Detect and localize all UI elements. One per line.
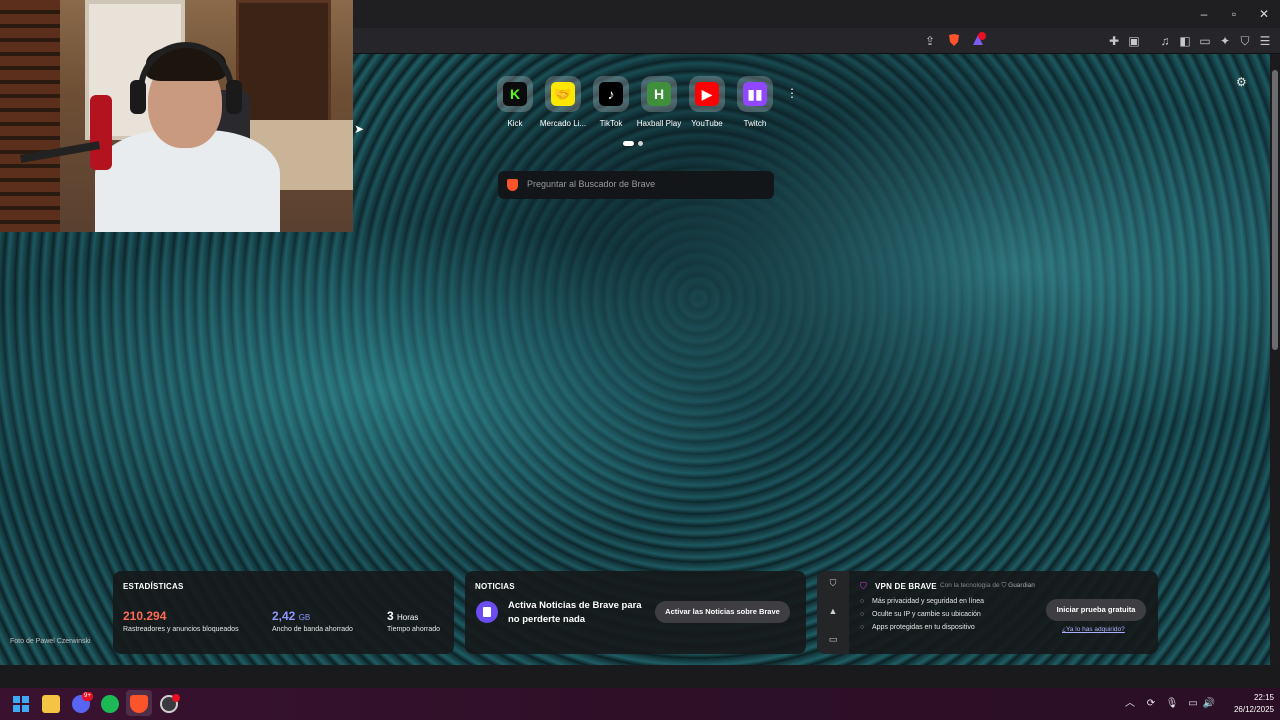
news-title: NOTICIAS: [475, 582, 515, 591]
enable-news-button[interactable]: Activar las Noticias sobre Brave: [655, 601, 790, 623]
photo-credit[interactable]: Foto de Pawel Czerwinski: [10, 638, 91, 645]
twitch-icon: ▮▮: [743, 82, 767, 106]
news-message: Activa Noticias de Brave para no perdert…: [508, 600, 642, 625]
brave-shields-icon[interactable]: [946, 33, 962, 49]
haxball-icon: H: [647, 82, 671, 106]
youtube-icon: ▶: [695, 82, 719, 106]
menu-icon[interactable]: ☰: [1257, 33, 1273, 49]
news-icon: [476, 601, 498, 623]
window-bottom-edge: [0, 665, 1280, 688]
leo-ai-icon[interactable]: ✦: [1217, 33, 1233, 49]
discord-badge: 9+: [82, 692, 93, 701]
share-icon[interactable]: ⇪: [922, 33, 938, 49]
microphone-icon[interactable]: 🎙: [1165, 697, 1179, 711]
close-button[interactable]: ✕: [1256, 6, 1272, 22]
stats-title: ESTADÍSTICAS: [123, 582, 184, 591]
brave-logo-icon: [507, 179, 518, 191]
media-icon[interactable]: ♫: [1157, 33, 1173, 49]
screenshot-icon[interactable]: ▣: [1126, 33, 1142, 49]
brave-browser-icon[interactable]: [130, 695, 148, 713]
scrollbar-thumb[interactable]: [1272, 70, 1278, 350]
clock-time[interactable]: 22:15: [1244, 693, 1274, 702]
top-site-tile[interactable]: 🤝: [545, 76, 581, 112]
vpn-title: VPN DE BRAVE: [875, 582, 937, 591]
search-placeholder[interactable]: Preguntar al Buscador de Brave: [527, 179, 655, 189]
vpn-feature-item: Apps protegidas en tu dispositivo: [872, 624, 975, 631]
start-trial-button[interactable]: Iniciar prueba gratuita: [1046, 599, 1146, 621]
file-explorer-icon[interactable]: [42, 695, 60, 713]
top-site-tile[interactable]: ▮▮: [737, 76, 773, 112]
windows-start-icon[interactable]: [13, 696, 29, 712]
customize-gear-icon[interactable]: ⚙: [1236, 75, 1247, 89]
cards-tab-icon[interactable]: ▭: [827, 634, 839, 646]
blocked-label: Rastreadores y anuncios bloqueados: [123, 626, 239, 633]
bandwidth-value: 2,42 GB: [272, 609, 311, 623]
vpn-logo-icon: ⛉: [860, 581, 867, 591]
vpn-feature-item: Oculte su IP y cambie su ubicación: [872, 611, 981, 618]
minimize-button[interactable]: –: [1196, 6, 1212, 22]
maximize-button[interactable]: ▫: [1226, 6, 1242, 22]
clock-date[interactable]: 26/12/2025: [1224, 705, 1274, 714]
sidebar-icon[interactable]: ◧: [1177, 33, 1193, 49]
time-saved-value: 3 Horas: [387, 609, 419, 623]
notification-badge: [978, 32, 986, 40]
vpn-powered-by: Con la tecnología de ⛉ Guardian: [940, 582, 1035, 589]
vpn-tab-icon[interactable]: ⛉: [827, 578, 839, 590]
time-saved-label: Tiempo ahorrado: [387, 626, 441, 633]
vpn-feature-item: Más privacidad y seguridad en línea: [872, 598, 985, 605]
bandwidth-unit: GB: [298, 613, 311, 622]
rewards-tab-icon[interactable]: ▲: [827, 606, 839, 618]
tiktok-icon: ♪: [599, 82, 623, 106]
volume-icon[interactable]: 🔊: [1202, 697, 1216, 711]
obs-recording-badge: [172, 694, 180, 702]
top-site-tile[interactable]: H: [641, 76, 677, 112]
kick-icon: K: [503, 82, 527, 106]
show-hidden-icons-icon[interactable]: ︿: [1123, 697, 1137, 711]
time-unit: Horas: [397, 613, 419, 622]
already-purchased-link[interactable]: ¿Ya lo has adquirido?: [1062, 626, 1125, 633]
check-icon: ○: [860, 624, 865, 631]
spotify-icon[interactable]: [101, 695, 119, 713]
check-icon: ○: [860, 598, 865, 605]
top-site-tile[interactable]: ▶: [689, 76, 725, 112]
mouse-cursor-icon: ➤: [354, 122, 365, 136]
check-icon: ○: [860, 611, 865, 618]
top-site-tile[interactable]: ♪: [593, 76, 629, 112]
bandwidth-label: Ancho de banda ahorrado: [272, 626, 353, 633]
extensions-icon[interactable]: ✚: [1106, 33, 1122, 49]
top-site-label[interactable]: Twitch: [725, 119, 785, 128]
network-icon[interactable]: ▭: [1186, 697, 1200, 711]
webcam-overlay: [0, 0, 353, 232]
top-site-tile[interactable]: K: [497, 76, 533, 112]
taskbar: [0, 688, 1280, 720]
vpn-icon[interactable]: ⛉: [1237, 33, 1253, 49]
sync-icon[interactable]: ⟳: [1144, 697, 1158, 711]
wallet-icon[interactable]: ▭: [1197, 33, 1213, 49]
top-sites-more-icon[interactable]: ⋮: [786, 86, 798, 102]
pager-dot-active[interactable]: [623, 141, 634, 146]
mercado-libre-icon: 🤝: [551, 82, 575, 106]
blocked-count: 210.294: [123, 609, 167, 623]
pager-dot[interactable]: [638, 141, 643, 146]
